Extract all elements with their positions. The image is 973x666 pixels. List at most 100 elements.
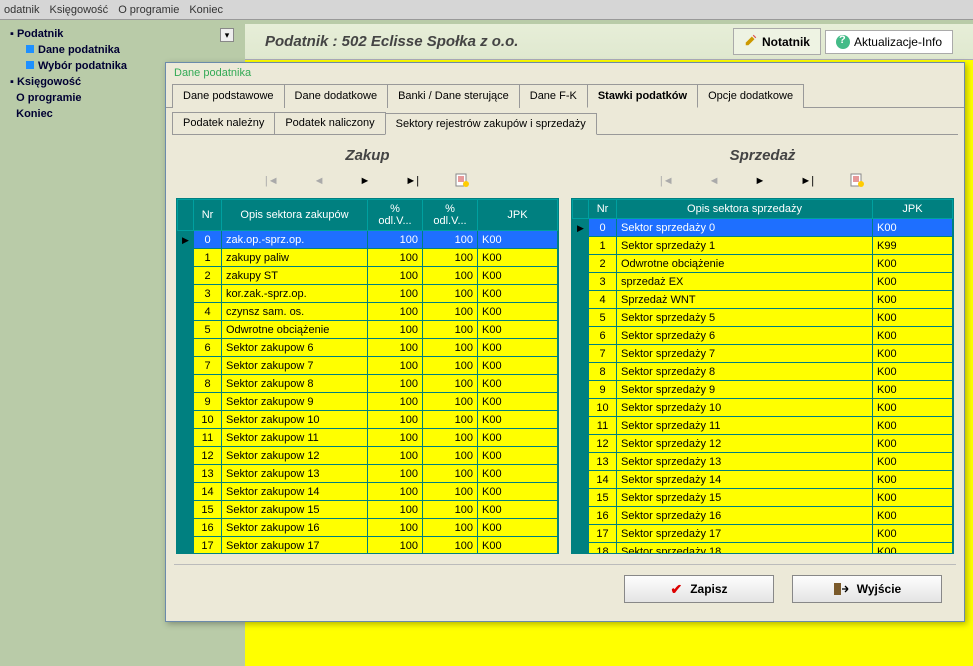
table-row[interactable]: 15Sektor sprzedaży 15K00 (573, 489, 953, 507)
table-row[interactable]: 3sprzedaż EXK00 (573, 273, 953, 291)
nav-first-icon[interactable]: |◄ (265, 175, 279, 187)
outer-tabs: Dane podstawoweDane dodatkoweBanki / Dan… (166, 83, 964, 108)
col-header[interactable] (573, 200, 589, 219)
new-doc-icon[interactable] (849, 172, 865, 191)
sprzedaz-title: Sprzedaż (571, 147, 954, 164)
menu-oprogramie[interactable]: O programie (118, 4, 179, 16)
table-row[interactable]: 4czynsz sam. os.100100K00 (178, 303, 558, 321)
table-row[interactable]: 12Sektor zakupow 12100100K00 (178, 447, 558, 465)
col-header[interactable]: Nr (194, 200, 222, 231)
table-row[interactable]: 15Sektor zakupow 15100100K00 (178, 501, 558, 519)
modal-footer: ✔ Zapisz Wyjście (174, 564, 956, 613)
zakup-column: Zakup |◄ ◄ ► ►| NrOpis sektora zakupów% … (176, 147, 559, 554)
table-row[interactable]: 18Sektor sprzedaży 18K00 (573, 543, 953, 554)
col-header[interactable]: Nr (589, 200, 617, 219)
table-row[interactable]: 11Sektor zakupow 11100100K00 (178, 429, 558, 447)
table-row[interactable]: 5Odwrotne obciążenie100100K00 (178, 321, 558, 339)
collapse-icon[interactable]: ▾ (220, 28, 234, 42)
outer-tab-1[interactable]: Dane dodatkowe (284, 84, 389, 108)
table-row[interactable]: 5Sektor sprzedaży 5K00 (573, 309, 953, 327)
menubar: odatnik Księgowość O programie Koniec (0, 0, 973, 20)
menu-koniec[interactable]: Koniec (189, 4, 223, 16)
inner-tabs: Podatek należnyPodatek naliczonySektory … (166, 108, 964, 134)
nav-prev-icon[interactable]: ◄ (314, 175, 325, 187)
table-row[interactable]: 13Sektor zakupow 13100100K00 (178, 465, 558, 483)
sprzedaz-column: Sprzedaż |◄ ◄ ► ►| NrOpis sektora sprzed… (571, 147, 954, 554)
nav-dane-podatnika[interactable]: Dane podatnika (6, 42, 234, 58)
exit-button-label: Wyjście (857, 582, 901, 596)
table-row[interactable]: 6Sektor sprzedaży 6K00 (573, 327, 953, 345)
page-title: Podatnik : 502 Eclisse Społka z o.o. (265, 33, 729, 50)
sprzedaz-grid[interactable]: NrOpis sektora sprzedażyJPK 0Sektor sprz… (571, 198, 954, 554)
sprzedaz-navrow: |◄ ◄ ► ►| (571, 170, 954, 192)
table-row[interactable]: 11Sektor sprzedaży 11K00 (573, 417, 953, 435)
save-button[interactable]: ✔ Zapisz (624, 575, 774, 603)
table-row[interactable]: 17Sektor sprzedaży 17K00 (573, 525, 953, 543)
menu-ksiegowosc[interactable]: Księgowość (49, 4, 108, 16)
inner-tab-2[interactable]: Sektory rejestrów zakupów i sprzedaży (385, 113, 597, 135)
header-strip: Podatnik : 502 Eclisse Społka z o.o. Not… (245, 24, 973, 60)
table-row[interactable]: 16Sektor sprzedaży 16K00 (573, 507, 953, 525)
nav-last-icon[interactable]: ►| (800, 175, 814, 187)
zakup-navrow: |◄ ◄ ► ►| (176, 170, 559, 192)
table-row[interactable]: 2Odwrotne obciążenieK00 (573, 255, 953, 273)
table-row[interactable]: 4Sprzedaż WNTK00 (573, 291, 953, 309)
table-row[interactable]: 6Sektor zakupow 6100100K00 (178, 339, 558, 357)
save-button-label: Zapisz (690, 582, 727, 596)
col-header[interactable]: Opis sektora sprzedaży (617, 200, 873, 219)
door-exit-icon (833, 582, 849, 596)
table-row[interactable]: 8Sektor zakupow 8100100K00 (178, 375, 558, 393)
nav-next-icon[interactable]: ► (755, 175, 766, 187)
table-row[interactable]: 10Sektor sprzedaży 10K00 (573, 399, 953, 417)
tab-notatnik-label: Notatnik (762, 35, 810, 49)
nav-root[interactable]: ▪ Podatnik (6, 26, 234, 42)
table-row[interactable]: 12Sektor sprzedaży 12K00 (573, 435, 953, 453)
nav-next-icon[interactable]: ► (360, 175, 371, 187)
table-row[interactable]: 8Sektor sprzedaży 8K00 (573, 363, 953, 381)
table-row[interactable]: 3kor.zak.-sprz.op.100100K00 (178, 285, 558, 303)
zakup-grid[interactable]: NrOpis sektora zakupów% odl.V...% odl.V.… (176, 198, 559, 554)
tab-notatnik[interactable]: Notatnik (733, 28, 821, 55)
pencil-icon (744, 33, 758, 50)
col-header[interactable] (178, 200, 194, 231)
table-row[interactable]: 7Sektor sprzedaży 7K00 (573, 345, 953, 363)
table-row[interactable]: 14Sektor zakupow 14100100K00 (178, 483, 558, 501)
tab-aktualizacje-label: Aktualizacje-Info (854, 35, 942, 49)
nav-prev-icon[interactable]: ◄ (709, 175, 720, 187)
outer-tab-0[interactable]: Dane podstawowe (172, 84, 285, 108)
tab-aktualizacje[interactable]: Aktualizacje-Info (825, 30, 953, 54)
outer-tab-3[interactable]: Dane F-K (519, 84, 588, 108)
outer-tab-2[interactable]: Banki / Dane sterujące (387, 84, 520, 108)
table-row[interactable]: 1zakupy paliw100100K00 (178, 249, 558, 267)
table-row[interactable]: 7Sektor zakupow 7100100K00 (178, 357, 558, 375)
table-row[interactable]: 0Sektor sprzedaży 0K00 (573, 219, 953, 237)
table-row[interactable]: 2zakupy ST100100K00 (178, 267, 558, 285)
table-row[interactable]: 0zak.op.-sprz.op.100100K00 (178, 231, 558, 249)
exit-button[interactable]: Wyjście (792, 575, 942, 603)
inner-tab-0[interactable]: Podatek należny (172, 112, 275, 134)
new-doc-icon[interactable] (454, 172, 470, 191)
col-header[interactable]: JPK (478, 200, 558, 231)
outer-tab-5[interactable]: Opcje dodatkowe (697, 84, 804, 108)
table-row[interactable]: 1Sektor sprzedaży 1K99 (573, 237, 953, 255)
col-header[interactable]: % odl.V... (423, 200, 478, 231)
table-row[interactable]: 17Sektor zakupow 17100100K00 (178, 537, 558, 554)
table-row[interactable]: 14Sektor sprzedaży 14K00 (573, 471, 953, 489)
outer-tab-4[interactable]: Stawki podatków (587, 84, 698, 108)
help-globe-icon (836, 35, 850, 49)
table-row[interactable]: 9Sektor sprzedaży 9K00 (573, 381, 953, 399)
modal-dane-podatnika: Dane podatnika Dane podstawoweDane dodat… (165, 62, 965, 622)
table-row[interactable]: 16Sektor zakupow 16100100K00 (178, 519, 558, 537)
menu-podatnik[interactable]: odatnik (4, 4, 39, 16)
col-header[interactable]: Opis sektora zakupów (222, 200, 368, 231)
nav-last-icon[interactable]: ►| (405, 175, 419, 187)
col-header[interactable]: % odl.V... (368, 200, 423, 231)
modal-title: Dane podatnika (166, 63, 964, 83)
table-row[interactable]: 10Sektor zakupow 10100100K00 (178, 411, 558, 429)
inner-tab-1[interactable]: Podatek naliczony (274, 112, 385, 134)
table-row[interactable]: 9Sektor zakupow 9100100K00 (178, 393, 558, 411)
check-icon: ✔ (670, 581, 682, 598)
nav-first-icon[interactable]: |◄ (660, 175, 674, 187)
table-row[interactable]: 13Sektor sprzedaży 13K00 (573, 453, 953, 471)
col-header[interactable]: JPK (873, 200, 953, 219)
